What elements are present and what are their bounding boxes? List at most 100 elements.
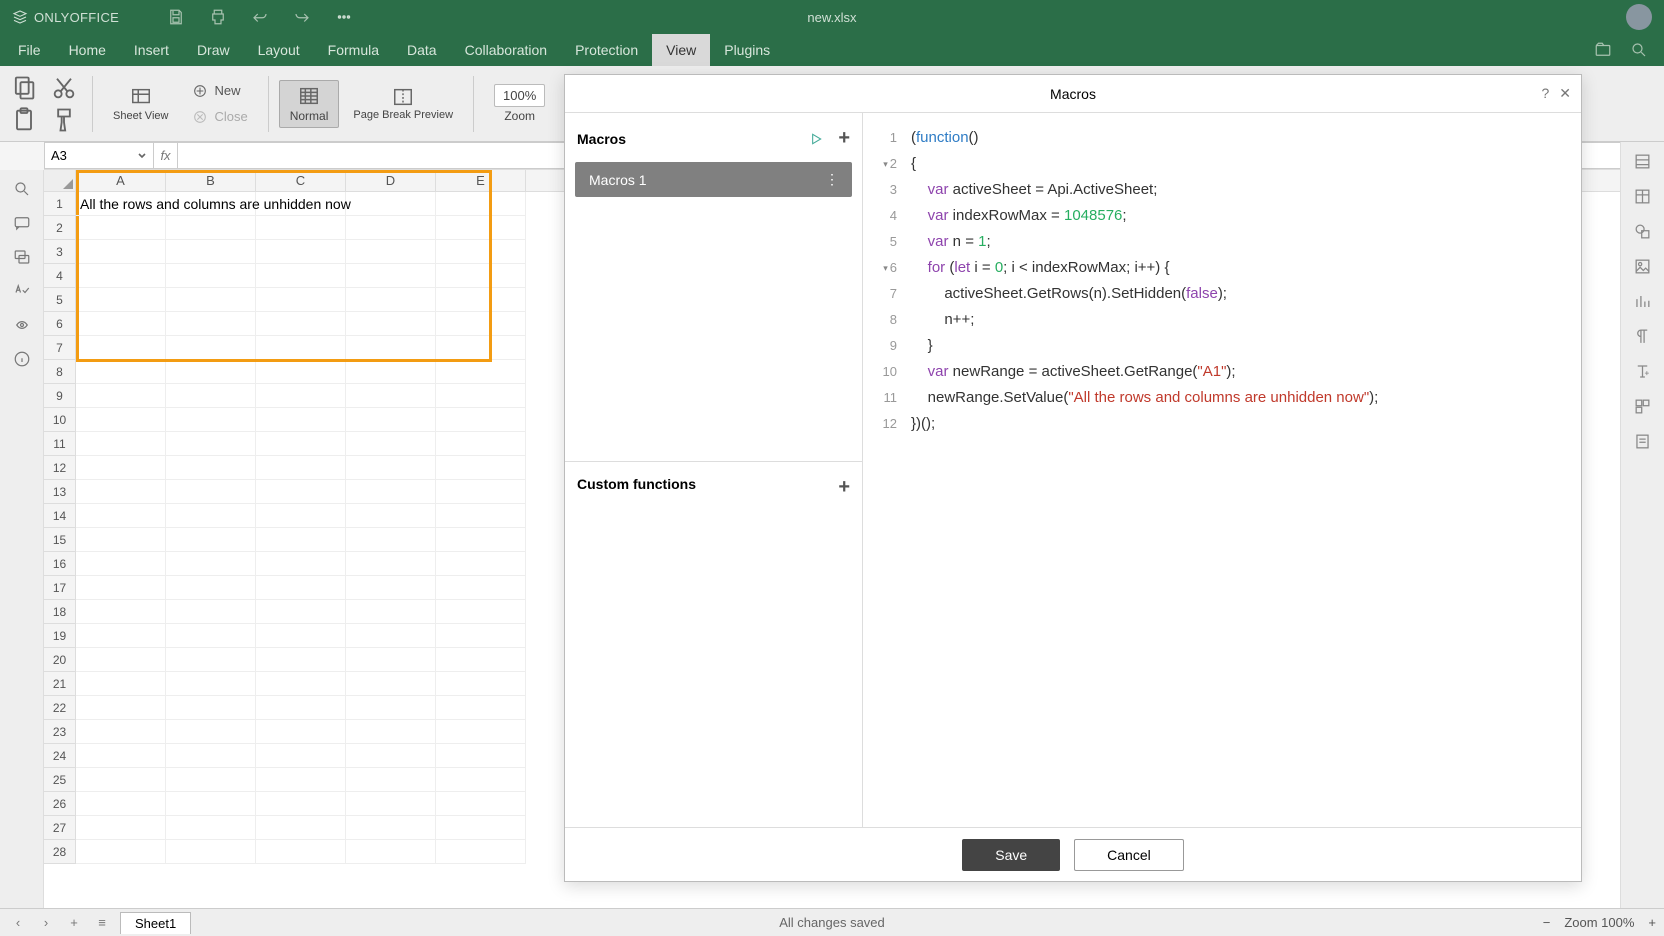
cell[interactable] (256, 552, 346, 576)
cell[interactable] (346, 456, 436, 480)
cell[interactable] (166, 336, 256, 360)
menu-plugins[interactable]: Plugins (710, 34, 784, 66)
cell[interactable] (256, 432, 346, 456)
cell[interactable] (256, 240, 346, 264)
page-break-preview-button[interactable]: Page Break Preview (343, 82, 463, 125)
row-header[interactable]: 10 (44, 408, 76, 432)
cell[interactable] (166, 432, 256, 456)
cell[interactable] (76, 816, 166, 840)
save-icon[interactable] (167, 8, 185, 26)
row-header[interactable]: 11 (44, 432, 76, 456)
cell[interactable] (166, 456, 256, 480)
cell[interactable] (346, 336, 436, 360)
format-painter-icon[interactable] (50, 106, 78, 134)
cell[interactable] (436, 456, 526, 480)
cell[interactable] (346, 552, 436, 576)
cell[interactable] (166, 216, 256, 240)
cell[interactable] (346, 720, 436, 744)
cell[interactable] (436, 240, 526, 264)
menu-protection[interactable]: Protection (561, 34, 652, 66)
cell[interactable] (166, 480, 256, 504)
cell[interactable] (166, 648, 256, 672)
cell[interactable] (256, 408, 346, 432)
cell[interactable] (76, 672, 166, 696)
cell[interactable] (166, 768, 256, 792)
cell[interactable] (76, 576, 166, 600)
cell[interactable] (346, 792, 436, 816)
cell[interactable] (346, 192, 436, 216)
cell[interactable] (436, 216, 526, 240)
cell[interactable] (166, 816, 256, 840)
code-editor[interactable]: 1▾2345▾6789101112 (function() { var acti… (863, 113, 1581, 827)
run-macro-icon[interactable] (808, 131, 824, 147)
row-header[interactable]: 2 (44, 216, 76, 240)
cell[interactable] (166, 384, 256, 408)
cell[interactable] (436, 504, 526, 528)
chat-icon[interactable] (13, 248, 31, 266)
cell[interactable] (256, 672, 346, 696)
cell[interactable] (346, 384, 436, 408)
row-header[interactable]: 25 (44, 768, 76, 792)
search-icon[interactable] (13, 180, 31, 198)
cell[interactable] (346, 240, 436, 264)
row-header[interactable]: 12 (44, 456, 76, 480)
sheet-tab[interactable]: Sheet1 (120, 912, 191, 934)
cell[interactable] (256, 792, 346, 816)
cell[interactable] (166, 600, 256, 624)
cell[interactable] (346, 648, 436, 672)
row-header[interactable]: 28 (44, 840, 76, 864)
cell[interactable] (436, 696, 526, 720)
cell[interactable] (346, 816, 436, 840)
cell[interactable] (436, 264, 526, 288)
cell-settings-icon[interactable] (1633, 152, 1652, 171)
cell[interactable] (166, 552, 256, 576)
cell[interactable] (166, 840, 256, 864)
cell[interactable] (346, 840, 436, 864)
cell[interactable] (346, 504, 436, 528)
cell[interactable] (76, 600, 166, 624)
row-header[interactable]: 23 (44, 720, 76, 744)
col-header[interactable]: D (346, 170, 436, 191)
cell[interactable] (436, 384, 526, 408)
paste-icon[interactable] (10, 106, 38, 134)
cell[interactable] (436, 840, 526, 864)
cell[interactable] (166, 360, 256, 384)
menu-formula[interactable]: Formula (314, 34, 393, 66)
cell[interactable] (436, 480, 526, 504)
cell[interactable] (256, 264, 346, 288)
cell[interactable] (436, 792, 526, 816)
macro-menu-icon[interactable]: ⋮ (825, 171, 838, 188)
cell[interactable] (76, 240, 166, 264)
cell[interactable] (256, 744, 346, 768)
cell[interactable] (166, 288, 256, 312)
cell[interactable] (346, 576, 436, 600)
row-header[interactable]: 6 (44, 312, 76, 336)
info-icon[interactable] (13, 350, 31, 368)
cell[interactable] (76, 456, 166, 480)
cell[interactable] (76, 744, 166, 768)
cell[interactable] (76, 480, 166, 504)
row-header[interactable]: 8 (44, 360, 76, 384)
row-header[interactable]: 19 (44, 624, 76, 648)
menu-home[interactable]: Home (55, 34, 120, 66)
close-icon[interactable]: ✕ (1559, 85, 1571, 102)
menu-file[interactable]: File (4, 34, 55, 66)
cell-reference-input[interactable]: A3 (44, 142, 154, 169)
row-header[interactable]: 9 (44, 384, 76, 408)
cell[interactable] (346, 480, 436, 504)
row-header[interactable]: 15 (44, 528, 76, 552)
zoom-out-button[interactable]: − (1543, 915, 1551, 930)
menu-draw[interactable]: Draw (183, 34, 244, 66)
cell[interactable] (436, 528, 526, 552)
row-header[interactable]: 20 (44, 648, 76, 672)
row-header[interactable]: 3 (44, 240, 76, 264)
zoom-percent[interactable]: 100% (494, 84, 545, 107)
cell[interactable] (76, 504, 166, 528)
col-header[interactable]: E (436, 170, 526, 191)
open-location-icon[interactable] (1594, 41, 1612, 59)
row-header[interactable]: 21 (44, 672, 76, 696)
find-icon[interactable] (1630, 41, 1648, 59)
cell[interactable] (76, 768, 166, 792)
sheet-list-button[interactable]: ≡ (92, 915, 112, 930)
cell[interactable] (76, 528, 166, 552)
